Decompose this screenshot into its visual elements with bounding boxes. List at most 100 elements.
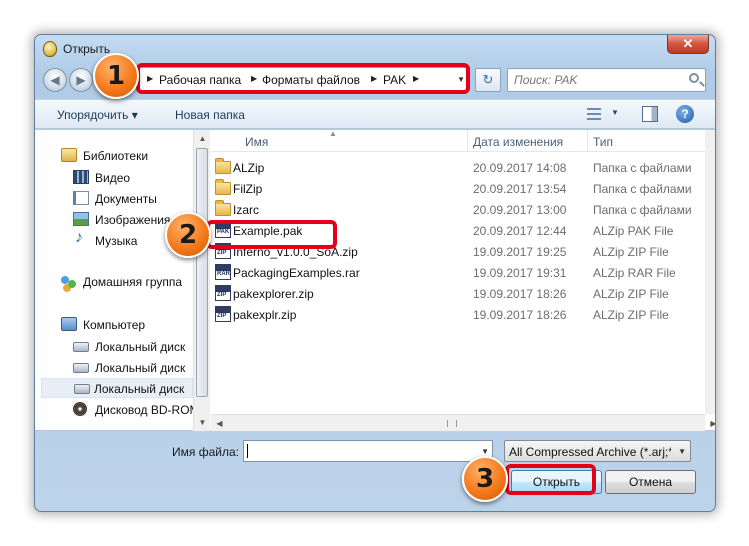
file-name: pakexplorer.zip: [233, 287, 314, 301]
forward-arrow-icon: ▶: [76, 73, 86, 87]
file-type: Папка с файлами: [593, 203, 692, 217]
sidebar-item-local-disk-selected[interactable]: Локальный диск: [41, 378, 193, 398]
sidebar-item-label: Видео: [95, 171, 131, 185]
close-icon: ✕: [682, 36, 694, 51]
view-mode-icon[interactable]: [587, 108, 601, 120]
forward-button[interactable]: ▶: [69, 68, 93, 92]
filename-label: Имя файла:: [172, 445, 239, 459]
file-date: 19.09.2017 18:26: [473, 308, 567, 322]
homegroup-icon: [61, 274, 77, 288]
navigation-scrollbar[interactable]: ▲ ▼: [193, 130, 210, 431]
file-row[interactable]: pakexplr.zip 19.09.2017 18:26 ALZip ZIP …: [211, 304, 693, 325]
rar-file-icon: [215, 264, 231, 280]
video-icon: [73, 170, 89, 184]
column-divider[interactable]: [467, 130, 468, 152]
scroll-left-icon[interactable]: ◀: [211, 415, 228, 432]
command-toolbar: Упорядочить ▾ Новая папка ▼ ?: [35, 99, 715, 129]
file-type-filter-value: All Compressed Archive (*.arj;*.: [509, 445, 671, 459]
scroll-down-icon[interactable]: ▼: [194, 414, 211, 431]
filter-dropdown-icon[interactable]: ▼: [678, 447, 686, 456]
file-type: ALZip ZIP File: [593, 287, 669, 301]
browser-area: Библиотеки Видео Документы Изображения М…: [35, 129, 715, 432]
file-row[interactable]: pakexplorer.zip 19.09.2017 18:26 ALZip Z…: [211, 283, 693, 304]
search-input[interactable]: [514, 73, 664, 87]
filename-row: Имя файла: ▼ All Compressed Archive (*.a…: [35, 437, 715, 465]
local-disk-icon: [73, 363, 89, 373]
scrollbar-grip[interactable]: [447, 420, 457, 427]
folder-icon: [215, 200, 231, 216]
preview-pane-icon[interactable]: [642, 106, 658, 122]
organize-menu-button[interactable]: Упорядочить ▾: [57, 108, 138, 122]
sidebar-item-label: Библиотеки: [83, 149, 149, 163]
sidebar-item-label: Локальный диск: [95, 340, 186, 354]
text-caret: [247, 444, 248, 458]
search-icon[interactable]: [689, 73, 699, 83]
file-type: ALZip RAR File: [593, 266, 676, 280]
dialog-buttons: Открыть Отмена: [35, 469, 715, 499]
sidebar-item-label: Домашняя группа: [83, 275, 183, 289]
sidebar-item-label: Документы: [95, 192, 157, 206]
library-icon: [61, 148, 77, 162]
file-row[interactable]: ALZip 20.09.2017 14:08 Папка с файлами: [211, 157, 693, 178]
new-folder-button[interactable]: Новая папка: [175, 108, 245, 122]
file-date: 20.09.2017 13:54: [473, 182, 567, 196]
sidebar-item-label: Локальный диск: [94, 382, 185, 396]
column-header-type[interactable]: Тип: [593, 135, 613, 149]
folder-icon: [215, 158, 231, 174]
scroll-right-icon[interactable]: ▶: [705, 415, 715, 432]
file-name: pakexplr.zip: [233, 308, 297, 322]
step-badge-3: 3: [462, 456, 508, 502]
file-list-vertical-scrollbar[interactable]: [705, 130, 715, 414]
file-type: Папка с файлами: [593, 161, 692, 175]
file-type: Папка с файлами: [593, 182, 692, 196]
back-button[interactable]: ◀: [43, 68, 67, 92]
cancel-button[interactable]: Отмена: [605, 470, 696, 494]
back-arrow-icon: ◀: [50, 73, 60, 87]
scrollbar-thumb[interactable]: [196, 148, 208, 397]
column-header-date[interactable]: Дата изменения: [473, 135, 563, 149]
sidebar-item-label: Изображения: [95, 213, 171, 227]
sidebar-item-label: Компьютер: [83, 318, 146, 332]
file-type: ALZip ZIP File: [593, 308, 669, 322]
zip-file-icon: [215, 285, 231, 301]
column-divider[interactable]: [587, 130, 588, 152]
navigation-pane: Библиотеки Видео Документы Изображения М…: [35, 130, 193, 431]
file-type: ALZip ZIP File: [593, 245, 669, 259]
file-list: ▲ Имя Дата изменения Тип ALZip 20.09.201…: [211, 129, 715, 432]
filename-dropdown-icon[interactable]: ▼: [481, 447, 489, 456]
file-date: 20.09.2017 12:44: [473, 224, 567, 238]
app-icon: [43, 41, 57, 57]
scroll-up-icon[interactable]: ▲: [194, 130, 211, 147]
file-list-horizontal-scrollbar[interactable]: ◀ ▶: [211, 414, 715, 432]
open-file-dialog: Открыть ✕ ◀ ▶ ▼ ▶ Рабочая папка ▶ Формат…: [34, 34, 716, 512]
filename-input[interactable]: ▼: [243, 440, 493, 462]
column-header-row: ▲ Имя Дата изменения Тип: [211, 129, 705, 152]
sidebar-item-label: Музыка: [95, 234, 138, 248]
computer-icon: [61, 317, 77, 331]
file-type-filter-select[interactable]: All Compressed Archive (*.arj;*. ▼: [504, 440, 691, 462]
local-disk-icon: [74, 384, 90, 394]
close-button[interactable]: ✕: [667, 35, 709, 54]
file-row[interactable]: PackagingExamples.rar 19.09.2017 19:31 A…: [211, 262, 693, 283]
file-name: PackagingExamples.rar: [233, 266, 360, 280]
file-row[interactable]: FilZip 20.09.2017 13:54 Папка с файлами: [211, 178, 693, 199]
file-date: 20.09.2017 14:08: [473, 161, 567, 175]
file-name: ALZip: [233, 161, 265, 175]
help-icon[interactable]: ?: [676, 105, 694, 123]
file-name: Izarc: [233, 203, 260, 217]
refresh-button[interactable]: ↻: [475, 68, 501, 92]
view-mode-dropdown-icon[interactable]: ▼: [611, 108, 619, 117]
file-row[interactable]: Izarc 20.09.2017 13:00 Папка с файлами: [211, 199, 693, 220]
search-box[interactable]: [507, 68, 706, 92]
step-badge-1: 1: [93, 53, 139, 99]
file-date: 19.09.2017 19:25: [473, 245, 567, 259]
column-header-name[interactable]: Имя: [245, 135, 268, 149]
sidebar-item-label: Локальный диск: [95, 361, 186, 375]
highlight-example-pak: [206, 220, 337, 249]
sort-ascending-icon: ▲: [329, 129, 337, 138]
file-date: 20.09.2017 13:00: [473, 203, 567, 217]
highlight-open-button: [505, 464, 596, 495]
zip-file-icon: [215, 306, 231, 322]
title-bar: Открыть ✕: [35, 35, 715, 61]
window-title: Открыть: [63, 42, 111, 56]
